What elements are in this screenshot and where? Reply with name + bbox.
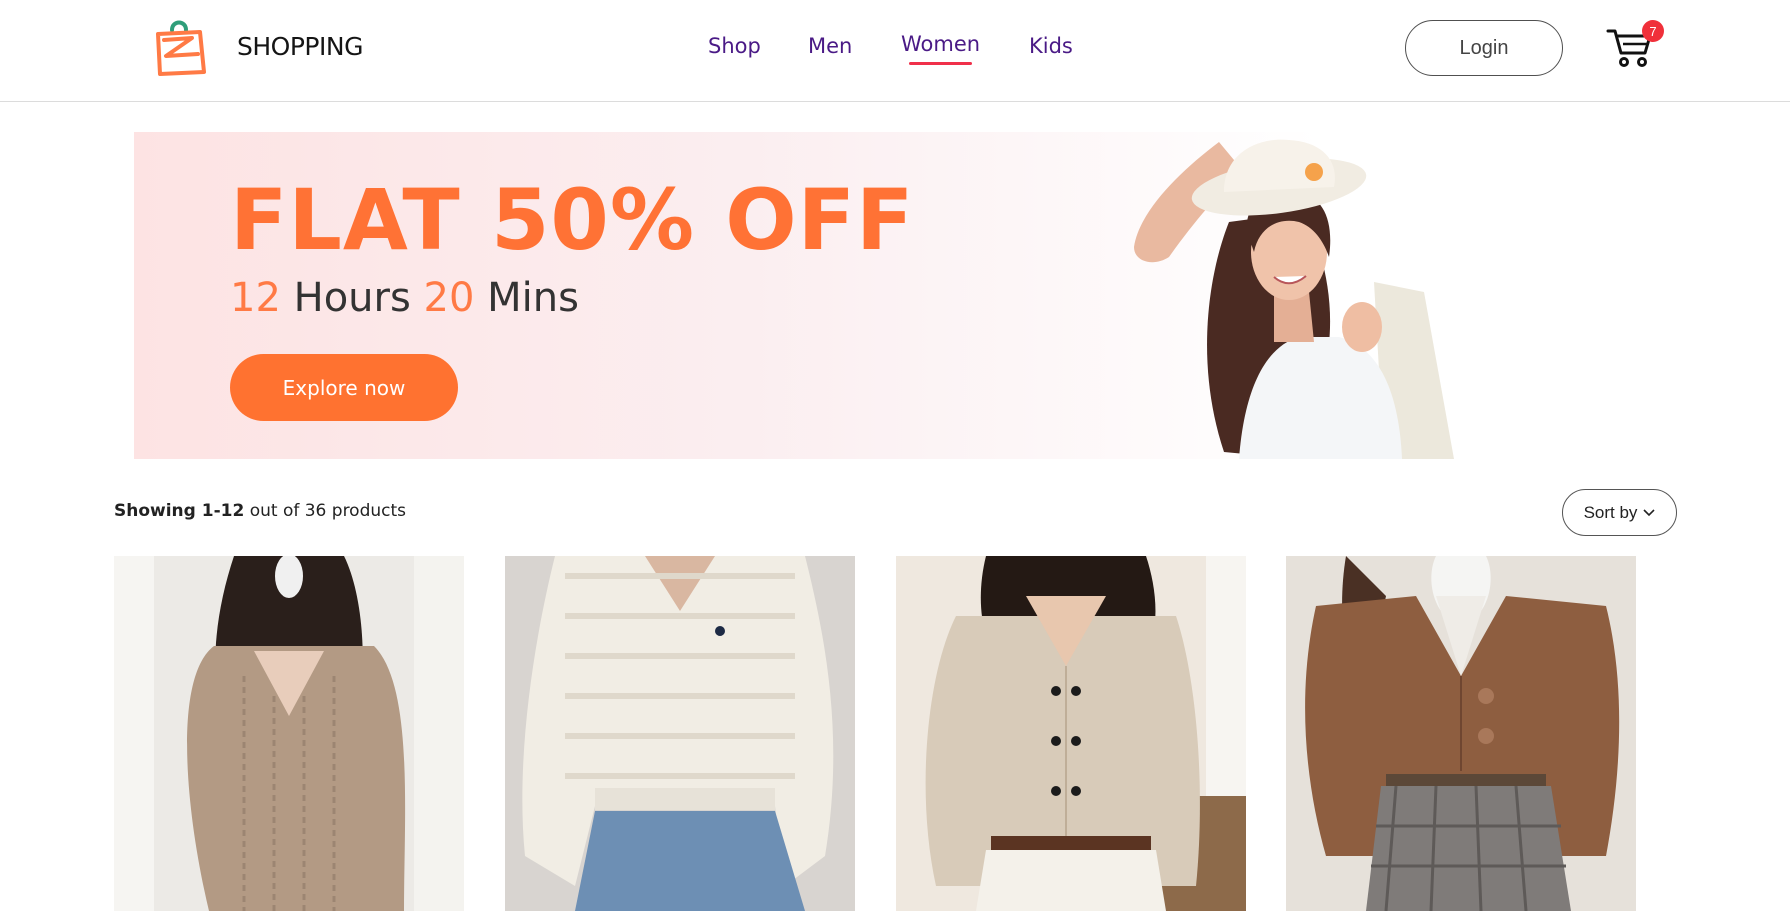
nav-item-shop[interactable]: Shop <box>708 34 761 58</box>
nav-item-women[interactable]: Women <box>901 32 980 65</box>
results-range: Showing 1-12 <box>114 501 245 521</box>
sort-label: Sort by <box>1583 502 1638 522</box>
product-photo-beige-knit-dress <box>114 556 464 911</box>
countdown-hours-unit: Hours <box>293 275 411 321</box>
site-header: SHOPPING Shop Men Women Kids Login 7 <box>0 0 1790 102</box>
countdown-mins-unit: Mins <box>487 275 579 321</box>
explore-now-button[interactable]: Explore now <box>230 354 458 421</box>
login-button[interactable]: Login <box>1405 20 1563 76</box>
sort-by-button[interactable]: Sort by <box>1562 489 1677 536</box>
chevron-down-icon <box>1643 508 1655 516</box>
banner-model-photo <box>1134 139 1454 459</box>
product-card[interactable] <box>896 556 1246 911</box>
product-photo-brown-cardigan <box>1286 556 1636 911</box>
cart-button[interactable]: 7 <box>1605 20 1667 70</box>
countdown-mins-value: 20 <box>423 275 475 321</box>
nav-item-kids[interactable]: Kids <box>1029 34 1073 58</box>
cart-count-badge: 7 <box>1642 20 1664 42</box>
nav-item-men[interactable]: Men <box>808 34 852 58</box>
results-count: Showing 1-12 out of 36 products <box>114 501 406 521</box>
product-card[interactable] <box>1286 556 1636 911</box>
product-card[interactable] <box>114 556 464 911</box>
banner-headline: FLAT 50% OFF <box>230 171 915 269</box>
banner-countdown: 12 Hours 20 Mins <box>230 278 579 318</box>
product-card[interactable] <box>505 556 855 911</box>
promo-banner: FLAT 50% OFF 12 Hours 20 Mins Explore no… <box>134 132 1654 459</box>
results-total: out of 36 products <box>249 501 407 521</box>
product-photo-beige-button-blouse <box>896 556 1246 911</box>
countdown-hours-value: 12 <box>230 275 281 321</box>
product-photo-cream-knit-sweater <box>505 556 855 911</box>
